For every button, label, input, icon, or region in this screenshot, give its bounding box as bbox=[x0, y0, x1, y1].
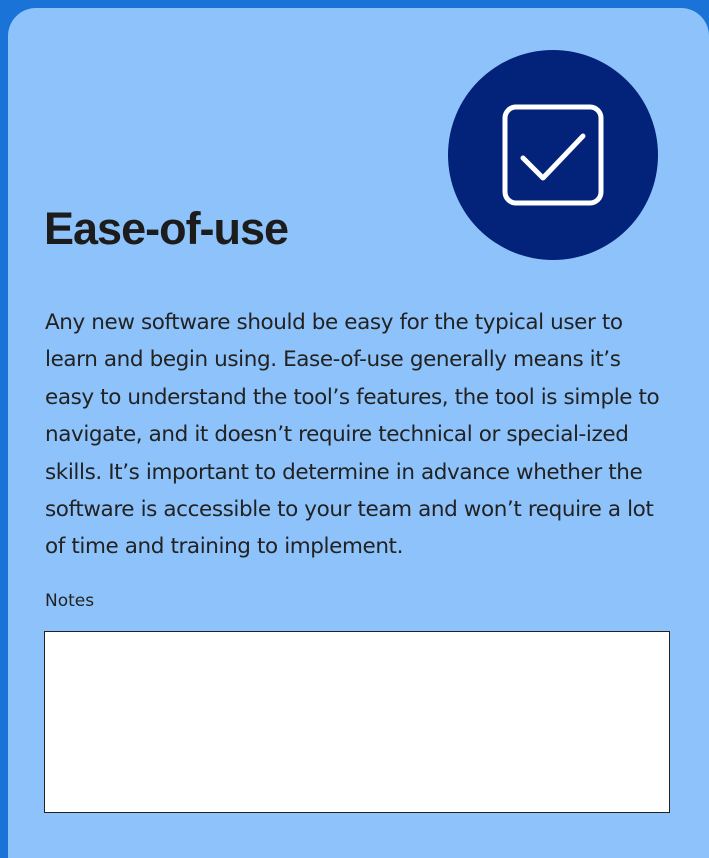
card-title: Ease-of-use bbox=[44, 203, 289, 254]
ease-of-use-card: Ease-of-use Any new software should be e… bbox=[8, 8, 709, 858]
notes-input[interactable] bbox=[44, 631, 670, 813]
card-description: Any new software should be easy for the … bbox=[45, 310, 660, 560]
notes-label: Notes bbox=[45, 591, 95, 611]
check-badge bbox=[448, 50, 658, 260]
